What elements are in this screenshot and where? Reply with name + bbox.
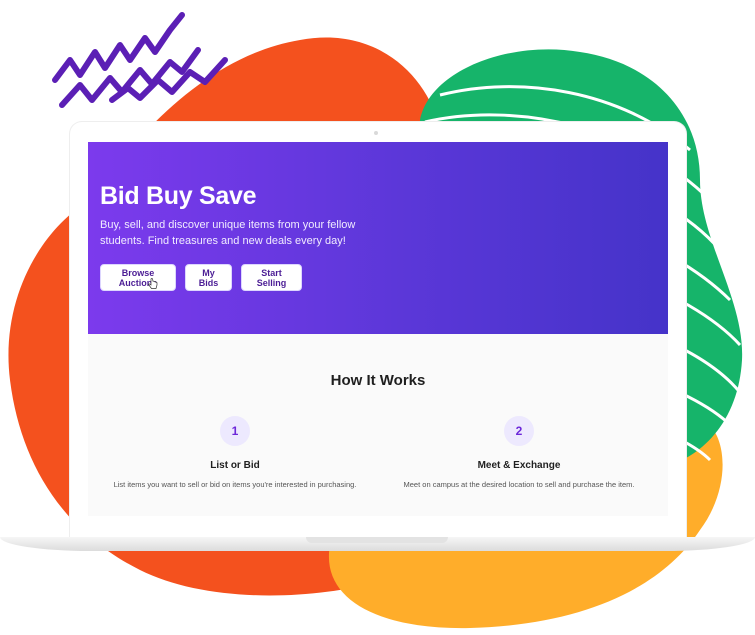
my-bids-button[interactable]: My Bids — [185, 264, 232, 291]
hero-button-group: Browse Auctions My Bids Start Selling — [100, 264, 302, 291]
step-description: Meet on campus at the desired location t… — [403, 480, 635, 489]
how-it-works-title: How It Works — [330, 372, 426, 389]
step-number-badge: 2 — [504, 416, 534, 446]
browse-auctions-button[interactable]: Browse Auctions — [100, 264, 176, 291]
step-title: Meet & Exchange — [477, 460, 561, 471]
step-card: 1 List or Bid List items you want to sel… — [90, 416, 380, 489]
step-description: List items you want to sell or bid on it… — [113, 480, 357, 489]
step-card: 2 Meet & Exchange Meet on campus at the … — [374, 416, 664, 489]
hero-banner: Bid Buy Save Buy, sell, and discover uni… — [88, 142, 668, 334]
start-selling-button[interactable]: Start Selling — [241, 264, 302, 291]
laptop-notch — [306, 537, 448, 543]
step-title: List or Bid — [210, 460, 260, 471]
hero-description: Buy, sell, and discover unique items fro… — [100, 219, 356, 247]
hero-title: Bid Buy Save — [100, 182, 257, 210]
step-number-badge: 1 — [220, 416, 250, 446]
laptop-screen: Bid Buy Save Buy, sell, and discover uni… — [88, 142, 668, 516]
laptop-camera — [374, 131, 378, 135]
hand-cursor-icon — [148, 278, 158, 289]
